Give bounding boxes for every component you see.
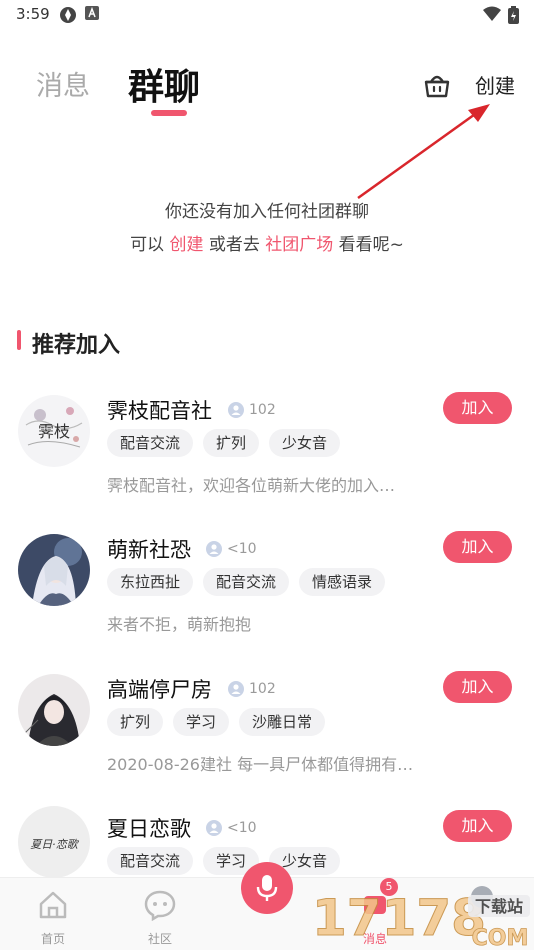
group-name: 霁枝配音社 bbox=[107, 399, 212, 423]
join-button[interactable]: 加入 bbox=[443, 671, 512, 703]
group-tag[interactable]: 情感语录 bbox=[299, 568, 386, 596]
group-tag[interactable]: 扩列 bbox=[107, 708, 164, 736]
group-card[interactable]: 高端停尸房 102 加入 扩列 学习 沙雕日常 2020-08-26建社 每一具… bbox=[0, 671, 534, 809]
tag-list: 扩列 学习 沙雕日常 bbox=[107, 708, 326, 736]
avatar-calligraphy: 霁枝 bbox=[38, 422, 70, 441]
status-bar: 3:59 bbox=[0, 0, 534, 30]
member-count-value: 102 bbox=[249, 402, 276, 418]
hint-prefix: 可以 bbox=[130, 235, 170, 255]
group-tag[interactable]: 东拉西扯 bbox=[107, 568, 194, 596]
member-count: 102 bbox=[228, 402, 276, 418]
tag-list: 配音交流 学习 少女音 bbox=[107, 847, 341, 875]
empty-state-hint: 可以 创建 或者去 社团广场 看看呢~ bbox=[0, 230, 534, 255]
hint-suffix: 看看呢~ bbox=[333, 235, 404, 255]
nav-home-label: 首页 bbox=[40, 932, 65, 946]
basket-icon[interactable] bbox=[423, 72, 451, 98]
join-button[interactable]: 加入 bbox=[443, 392, 512, 424]
avatar-calligraphy: 夏日·恋歌 bbox=[30, 838, 79, 851]
member-count-value: 102 bbox=[249, 681, 276, 697]
group-avatar bbox=[18, 674, 90, 746]
create-group-button[interactable]: 创建 bbox=[475, 70, 515, 99]
wifi-icon bbox=[483, 6, 501, 21]
member-count-value: <10 bbox=[227, 541, 257, 557]
join-button[interactable]: 加入 bbox=[443, 531, 512, 563]
group-description: 霁枝配音社，欢迎各位萌新大佬的加入… bbox=[107, 476, 396, 495]
chat-bubble-icon bbox=[144, 890, 176, 921]
tag-list: 东拉西扯 配音交流 情感语录 bbox=[107, 568, 386, 596]
battery-icon bbox=[508, 6, 519, 24]
group-tag[interactable]: 配音交流 bbox=[107, 429, 194, 457]
record-button[interactable] bbox=[241, 862, 293, 914]
person-icon bbox=[228, 681, 244, 697]
watermark-site: 下载站 bbox=[475, 897, 523, 916]
member-count-value: <10 bbox=[227, 820, 257, 836]
club-plaza-link[interactable]: 社团广场 bbox=[265, 235, 333, 255]
active-tab-indicator bbox=[151, 110, 187, 116]
group-name: 萌新社恐 bbox=[107, 538, 191, 562]
group-name: 高端停尸房 bbox=[107, 678, 212, 702]
section-accent-bar bbox=[17, 330, 21, 350]
group-tag[interactable]: 配音交流 bbox=[107, 847, 194, 875]
app-notification-icon bbox=[85, 6, 99, 20]
group-description: 来者不拒，萌新抱抱 bbox=[107, 615, 252, 634]
person-icon bbox=[206, 541, 222, 557]
member-count: 102 bbox=[228, 681, 276, 697]
sync-icon bbox=[60, 7, 76, 23]
member-count: <10 bbox=[206, 541, 257, 557]
hint-middle: 或者去 bbox=[203, 235, 266, 255]
group-avatar: 夏日·恋歌 bbox=[18, 806, 90, 878]
tag-list: 配音交流 扩列 少女音 bbox=[107, 429, 341, 457]
person-icon bbox=[228, 402, 244, 418]
person-icon bbox=[206, 820, 222, 836]
group-avatar bbox=[18, 534, 90, 606]
status-time: 3:59 bbox=[16, 5, 50, 23]
recommend-title: 推荐加入 bbox=[32, 333, 121, 358]
tab-messages[interactable]: 消息 bbox=[36, 64, 90, 103]
group-tag[interactable]: 扩列 bbox=[203, 429, 260, 457]
group-card[interactable]: 萌新社恐 <10 加入 东拉西扯 配音交流 情感语录 来者不拒，萌新抱抱 bbox=[0, 531, 534, 669]
group-tag[interactable]: 沙雕日常 bbox=[239, 708, 326, 736]
nav-community-label: 社区 bbox=[147, 932, 172, 946]
empty-state-message: 你还没有加入任何社团群聊 bbox=[165, 202, 369, 222]
tab-groups[interactable]: 群聊 bbox=[128, 58, 200, 110]
join-button[interactable]: 加入 bbox=[443, 810, 512, 842]
create-link[interactable]: 创建 bbox=[169, 235, 203, 255]
group-card[interactable]: 霁枝 霁枝配音社 102 加入 配音交流 扩列 少女音 霁枝配音社，欢迎各位萌新… bbox=[0, 392, 534, 530]
watermark-suffix: COM bbox=[472, 926, 529, 950]
group-tag[interactable]: 少女音 bbox=[269, 429, 341, 457]
site-watermark: 17178 下载站 COM bbox=[312, 886, 530, 950]
group-name: 夏日恋歌 bbox=[107, 817, 191, 841]
pointer-arrow bbox=[357, 104, 490, 200]
watermark-number: 17178 bbox=[312, 889, 486, 947]
member-count: <10 bbox=[206, 820, 257, 836]
group-description: 2020-08-26建社 每一具尸体都值得拥有… bbox=[107, 755, 414, 774]
group-tag[interactable]: 配音交流 bbox=[203, 568, 290, 596]
microphone-icon bbox=[256, 875, 278, 901]
group-tag[interactable]: 学习 bbox=[173, 708, 230, 736]
home-icon bbox=[39, 891, 67, 919]
group-avatar: 霁枝 bbox=[18, 395, 90, 467]
